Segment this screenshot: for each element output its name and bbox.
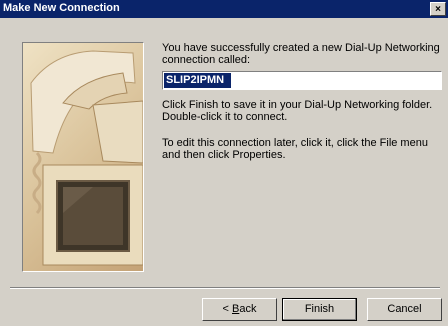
finish-label: Finish	[304, 303, 335, 315]
close-button[interactable]: ×	[430, 2, 446, 16]
footer-divider	[10, 287, 440, 289]
cancel-button[interactable]: Cancel	[367, 298, 442, 321]
computer-phone-image	[30, 50, 143, 266]
finish-button[interactable]: Finish	[282, 298, 357, 321]
computer-telephone-illustration	[22, 42, 144, 272]
connection-name-value: SLIP2IPMN	[164, 73, 231, 88]
close-icon: ×	[435, 4, 441, 15]
intro-text: You have successfully created a new Dial…	[162, 42, 440, 66]
back-rest: ack	[239, 303, 257, 315]
edit-instructions: To edit this connection later, click it,…	[162, 137, 428, 161]
cancel-label: Cancel	[387, 303, 422, 315]
window-title: Make New Connection	[3, 2, 120, 14]
back-button[interactable]: < Back	[202, 298, 277, 321]
connection-name-field[interactable]: SLIP2IPMN	[162, 71, 442, 90]
finish-instructions: Click Finish to save it in your Dial-Up …	[162, 99, 433, 123]
title-bar: Make New Connection ×	[0, 0, 448, 18]
back-prefix: <	[222, 303, 232, 315]
